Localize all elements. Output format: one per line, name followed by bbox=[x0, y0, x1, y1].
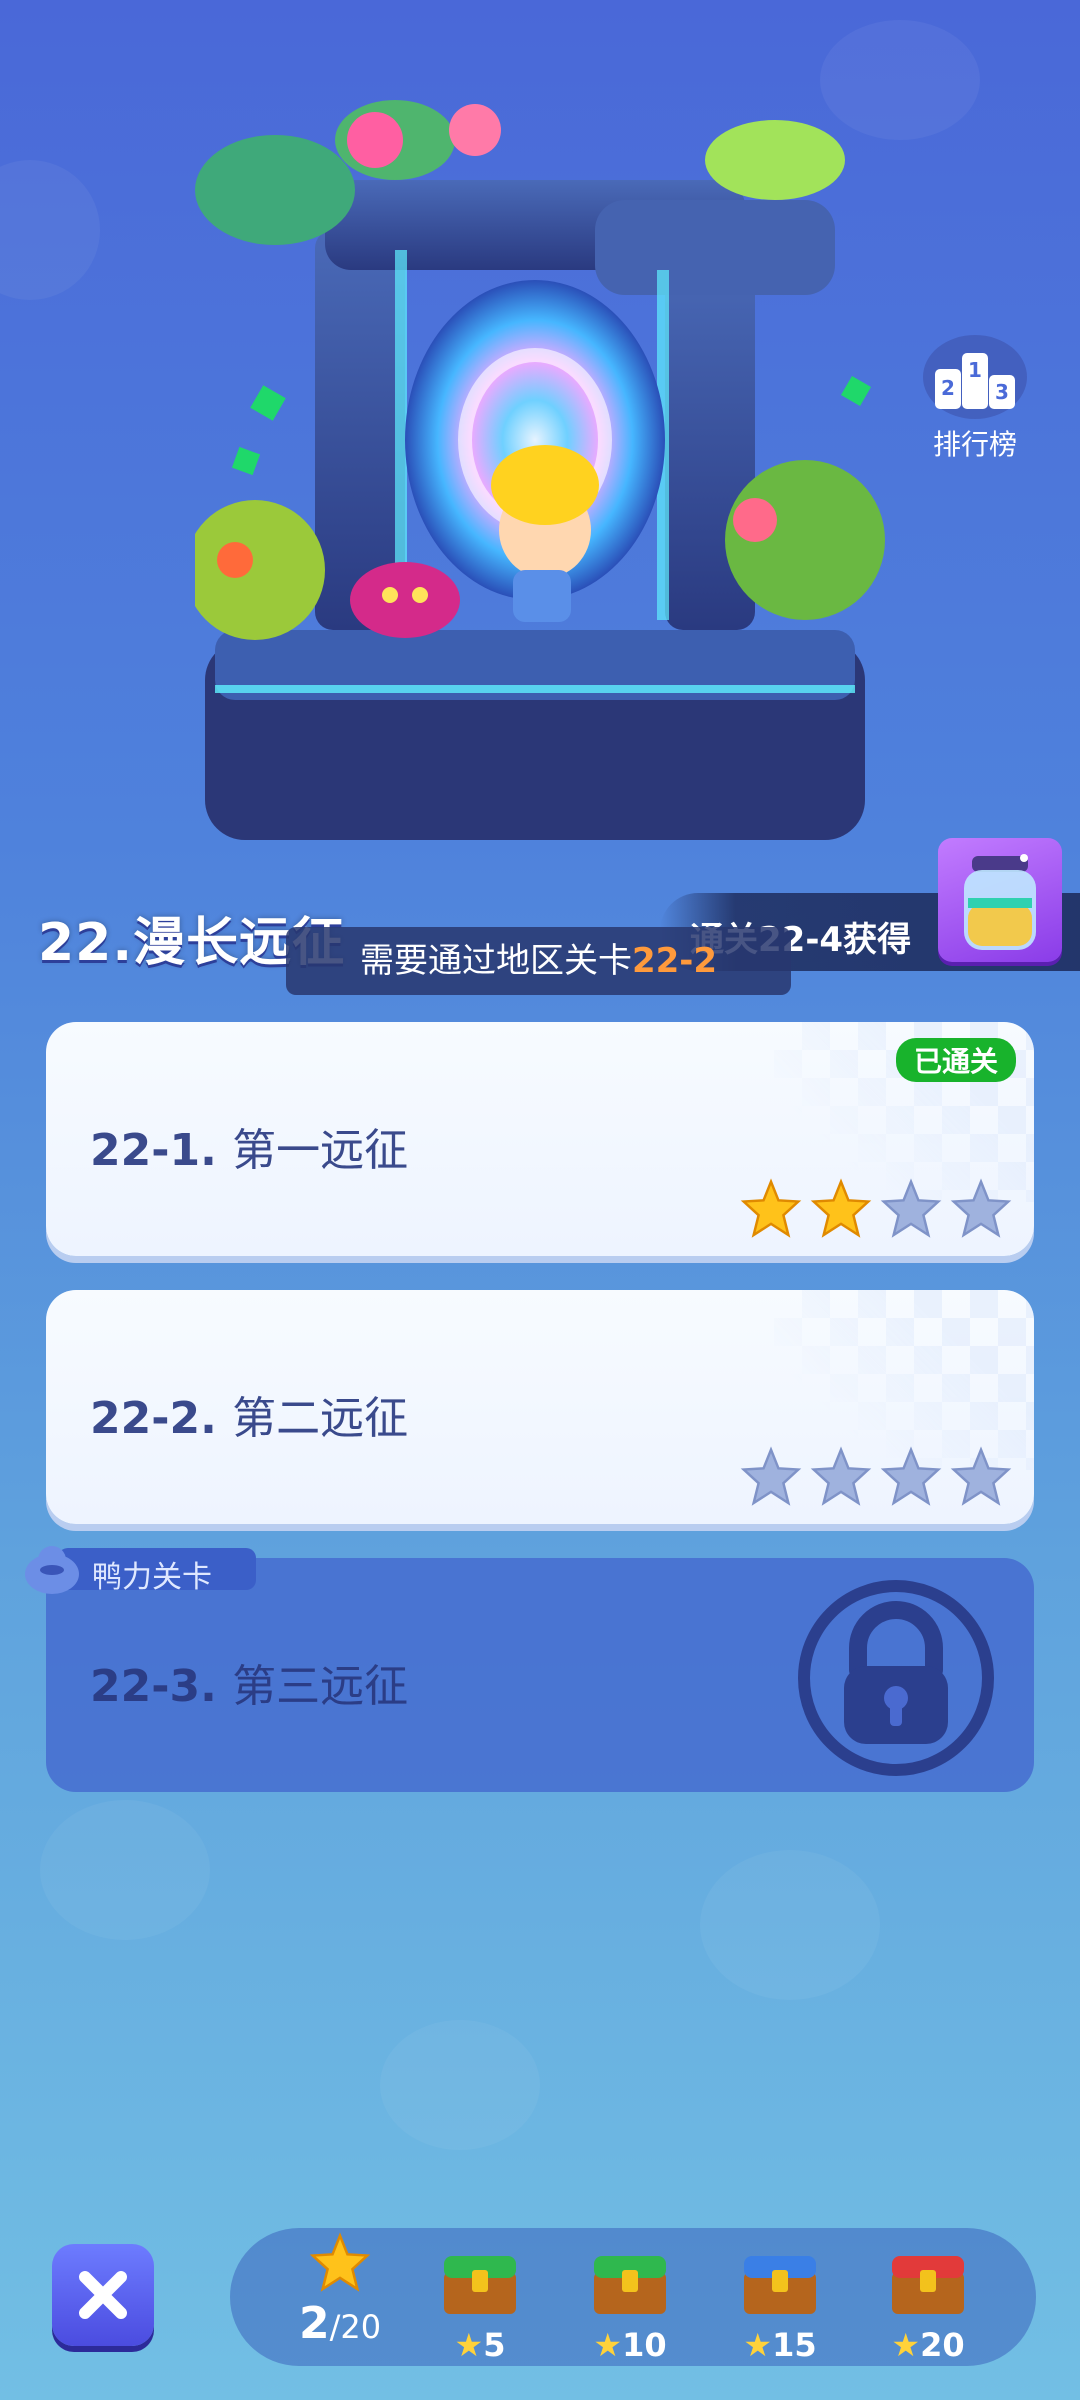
level-name: 第三远征 bbox=[232, 1661, 409, 1712]
green-chest-icon bbox=[444, 2256, 516, 2314]
milestone-chest-5[interactable]: ★5 bbox=[430, 2228, 530, 2364]
star-empty-icon bbox=[950, 1446, 1012, 1506]
milestone-requirement: ★20 bbox=[891, 2326, 965, 2364]
star-count: 2/20 bbox=[290, 2232, 390, 2349]
blue-chest-icon bbox=[744, 2256, 816, 2314]
card-pattern bbox=[774, 1290, 1034, 1470]
cleared-badge: 已通关 bbox=[895, 1038, 1016, 1082]
milestone-chest-10[interactable]: ★10 bbox=[580, 2228, 680, 2364]
star-empty-icon bbox=[880, 1178, 942, 1238]
milestone-requirement: ★5 bbox=[454, 2326, 506, 2364]
background-pattern bbox=[700, 1850, 880, 2000]
milestone-requirement: ★15 bbox=[743, 2326, 817, 2364]
background-pattern bbox=[380, 2020, 540, 2150]
background-pattern bbox=[40, 1800, 210, 1940]
star-empty-icon bbox=[950, 1178, 1012, 1238]
milestone-chest-20[interactable]: ★20 bbox=[878, 2228, 978, 2364]
locked-tooltip: 需要通过地区关卡22-2 bbox=[286, 927, 791, 995]
star-rating bbox=[740, 1178, 1012, 1240]
svg-text:3: 3 bbox=[995, 380, 1009, 404]
tooltip-text: 需要通过地区关卡 bbox=[359, 941, 632, 981]
svg-text:2: 2 bbox=[941, 376, 955, 400]
star-empty-icon bbox=[880, 1446, 942, 1506]
star-filled-icon bbox=[740, 1178, 802, 1238]
duck-tag-text: 鸭力关卡 bbox=[92, 1560, 212, 1595]
star-rating bbox=[740, 1446, 1012, 1508]
star-icon bbox=[309, 2232, 371, 2292]
level-name: 第二远征 bbox=[232, 1393, 409, 1444]
potion-jar-icon[interactable] bbox=[938, 838, 1062, 962]
milestone-chest-15[interactable]: ★15 bbox=[730, 2228, 830, 2364]
green-chest-icon bbox=[594, 2256, 666, 2314]
star-filled-icon bbox=[810, 1178, 872, 1238]
stars-current: 2 bbox=[298, 2298, 330, 2349]
leaderboard-label: 排行榜 bbox=[932, 428, 1017, 461]
level-card-22-1[interactable]: 已通关 22-1. 第一远征 bbox=[46, 1022, 1034, 1256]
background-pattern bbox=[0, 160, 100, 300]
level-title: 22-3. 第三远征 bbox=[90, 1650, 408, 1714]
level-card-22-2[interactable]: 22-2. 第二远征 bbox=[46, 1290, 1034, 1524]
level-title: 22-1. 第一远征 bbox=[90, 1114, 408, 1178]
close-button[interactable] bbox=[52, 2244, 154, 2346]
close-icon bbox=[79, 2271, 127, 2319]
stars-total: /20 bbox=[329, 2308, 382, 2346]
duck-icon bbox=[25, 1546, 79, 1594]
level-name: 第一远征 bbox=[232, 1125, 409, 1176]
level-code: 22-3. bbox=[90, 1661, 217, 1712]
milestone-requirement: ★10 bbox=[593, 2326, 667, 2364]
level-code: 22-2. bbox=[90, 1393, 217, 1444]
red-chest-icon bbox=[892, 2256, 964, 2314]
podium-icon: 2 1 3 bbox=[923, 335, 1027, 419]
level-title: 22-2. 第二远征 bbox=[90, 1382, 408, 1446]
svg-text:1: 1 bbox=[968, 358, 982, 382]
star-empty-icon bbox=[810, 1446, 872, 1506]
lock-icon bbox=[798, 1580, 994, 1776]
tooltip-level-highlight: 22-2 bbox=[631, 941, 718, 981]
star-empty-icon bbox=[740, 1446, 802, 1506]
level-scene-illustration bbox=[195, 100, 895, 860]
level-code: 22-1. bbox=[90, 1125, 217, 1176]
leaderboard-button[interactable]: 2 1 3 排行榜 bbox=[920, 335, 1030, 465]
